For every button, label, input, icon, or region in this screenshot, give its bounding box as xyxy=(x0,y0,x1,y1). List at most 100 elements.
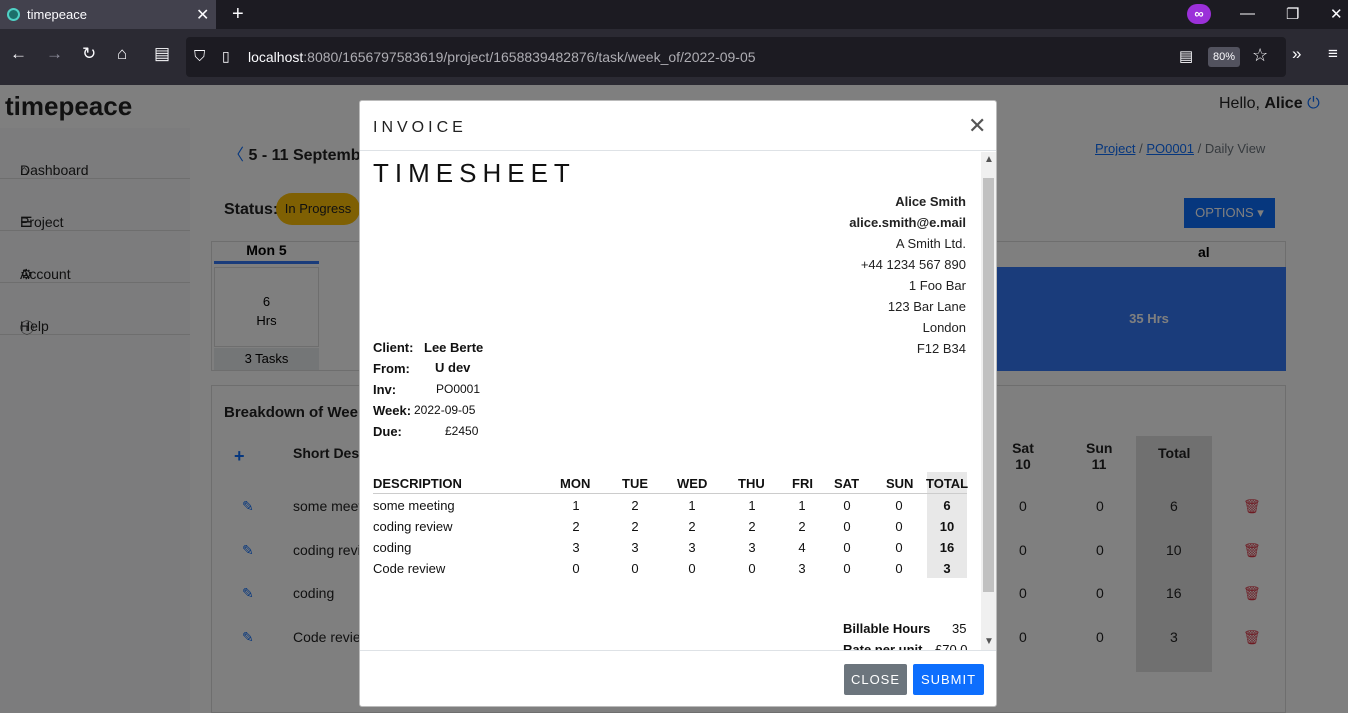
overflow-icon[interactable]: » xyxy=(1292,44,1301,64)
row-cell: 3 xyxy=(943,561,951,576)
tab-title: timepeace xyxy=(27,7,87,22)
zoom-level[interactable]: 80% xyxy=(1208,47,1240,67)
bookmark-star-icon[interactable]: ☆ xyxy=(1252,45,1268,66)
row-cell: 3 xyxy=(688,540,696,555)
rate-value: £70.0 xyxy=(935,642,968,650)
reload-icon[interactable]: ↻ xyxy=(82,44,96,64)
minimize-icon[interactable]: — xyxy=(1240,5,1255,22)
due-label: Due: xyxy=(373,424,402,439)
col-description: DESCRIPTION xyxy=(373,476,462,491)
col-fri: FRI xyxy=(792,476,813,491)
col-wed: WED xyxy=(677,476,708,491)
sender-company: A Smith Ltd. xyxy=(895,236,966,251)
sender-addr1: 1 Foo Bar xyxy=(908,278,966,293)
inv-value: PO0001 xyxy=(436,382,481,396)
row-cell: 0 xyxy=(688,561,696,576)
row-cell: 1 xyxy=(748,498,756,513)
shield-icon[interactable]: ⛉ xyxy=(194,48,205,65)
back-icon[interactable]: ← xyxy=(10,44,27,64)
row-cell: 0 xyxy=(748,561,756,576)
sender-name: Alice Smith xyxy=(895,194,966,209)
row-cell: 0 xyxy=(572,561,580,576)
row-cell: 1 xyxy=(798,498,806,513)
row-cell: 6 xyxy=(943,498,951,513)
week-value: 2022-09-05 xyxy=(414,403,476,417)
table-row: coding review 2 2 2 2 2 0 0 10 xyxy=(360,519,980,539)
row-cell: 2 xyxy=(688,519,696,534)
forward-icon[interactable]: → xyxy=(46,44,63,64)
row-description: some meeting xyxy=(373,498,455,513)
close-icon[interactable]: ✕ xyxy=(968,113,986,139)
client-value: Lee Berte xyxy=(424,340,484,355)
sender-city: London xyxy=(922,320,966,335)
modal-title: INVOICE xyxy=(373,119,467,136)
new-tab-icon[interactable]: + xyxy=(232,3,244,26)
restore-icon[interactable]: ❐ xyxy=(1286,5,1299,23)
close-tab-icon[interactable]: ✕ xyxy=(196,5,209,25)
url-text: localhost:8080/1656797583619/project/165… xyxy=(248,49,756,65)
menu-icon[interactable]: ≡ xyxy=(1328,44,1338,64)
table-row: Code review 0 0 0 0 3 0 0 3 xyxy=(360,561,980,581)
scroll-up-icon[interactable]: ▲ xyxy=(984,154,994,165)
row-cell: 16 xyxy=(939,540,955,555)
private-mask-icon: ∞ xyxy=(1187,4,1211,24)
timesheet-title: TIMESHEET xyxy=(373,158,576,188)
col-mon: MON xyxy=(560,476,591,491)
row-description: coding review xyxy=(373,519,453,534)
sender-postcode: F12 B34 xyxy=(916,341,966,356)
col-total: TOTAL xyxy=(926,476,969,491)
submit-button[interactable]: SUBMIT xyxy=(913,664,984,695)
scroll-thumb[interactable] xyxy=(983,178,994,592)
invoice-modal: INVOICE ✕ TIMESHEET Alice Smith alice.sm… xyxy=(359,100,997,707)
row-description: coding xyxy=(373,540,412,555)
row-cell: 2 xyxy=(748,519,756,534)
row-cell: 2 xyxy=(631,498,639,513)
row-cell: 3 xyxy=(798,561,806,576)
sender-email: alice.smith@e.mail xyxy=(849,215,966,230)
row-cell: 10 xyxy=(939,519,955,534)
close-button[interactable]: CLOSE xyxy=(844,664,907,695)
row-cell: 3 xyxy=(748,540,756,555)
url-bar[interactable]: ⛉ ▯ localhost:8080/1656797583619/project… xyxy=(186,37,1286,77)
table-row: coding 3 3 3 3 4 0 0 16 xyxy=(360,540,980,560)
row-cell: 4 xyxy=(798,540,806,555)
row-cell: 0 xyxy=(843,561,851,576)
inv-label: Inv: xyxy=(373,382,397,397)
sender-addr2: 123 Bar Lane xyxy=(887,299,966,314)
window-close-icon[interactable]: ✕ xyxy=(1330,5,1343,23)
modal-body: TIMESHEET Alice Smith alice.smith@e.mail… xyxy=(360,152,996,650)
billable-value: 35 xyxy=(952,621,967,636)
row-cell: 0 xyxy=(631,561,639,576)
modal-footer: CLOSE SUBMIT xyxy=(360,650,996,707)
col-sun: SUN xyxy=(886,476,914,491)
from-value: U dev xyxy=(435,360,471,375)
col-thu: THU xyxy=(738,476,765,491)
favicon-icon xyxy=(7,8,20,21)
col-sat: SAT xyxy=(834,476,860,491)
row-cell: 2 xyxy=(798,519,806,534)
home-nav-icon[interactable]: ⌂ xyxy=(117,44,127,64)
row-cell: 0 xyxy=(895,519,903,534)
col-tue: TUE xyxy=(622,476,648,491)
reader-view-icon[interactable]: ▤ xyxy=(1179,47,1193,65)
row-cell: 0 xyxy=(843,498,851,513)
browser-tab-bar: timepeace ✕ + ∞ — ❐ ✕ xyxy=(0,0,1348,29)
row-cell: 1 xyxy=(688,498,696,513)
browser-tab[interactable]: timepeace ✕ xyxy=(0,0,216,29)
scroll-down-icon[interactable]: ▼ xyxy=(984,636,994,647)
browser-nav-bar: ← → ↻ ⌂ ▤ ⛉ ▯ localhost:8080/16567975836… xyxy=(0,29,1348,85)
reader-icon[interactable]: ▤ xyxy=(154,44,170,64)
row-cell: 1 xyxy=(572,498,580,513)
row-cell: 2 xyxy=(631,519,639,534)
row-cell: 0 xyxy=(895,561,903,576)
due-value: £2450 xyxy=(445,424,479,438)
header-divider xyxy=(373,493,967,494)
modal-scrollbar[interactable]: ▲ ▼ xyxy=(981,152,996,650)
sender-phone: +44 1234 567 890 xyxy=(860,257,966,272)
row-cell: 3 xyxy=(631,540,639,555)
row-description: Code review xyxy=(373,561,446,576)
page-icon: ▯ xyxy=(222,48,230,64)
billable-label: Billable Hours xyxy=(843,621,931,636)
week-label: Week: xyxy=(373,403,412,418)
table-row: some meeting 1 2 1 1 1 0 0 6 xyxy=(360,498,980,518)
